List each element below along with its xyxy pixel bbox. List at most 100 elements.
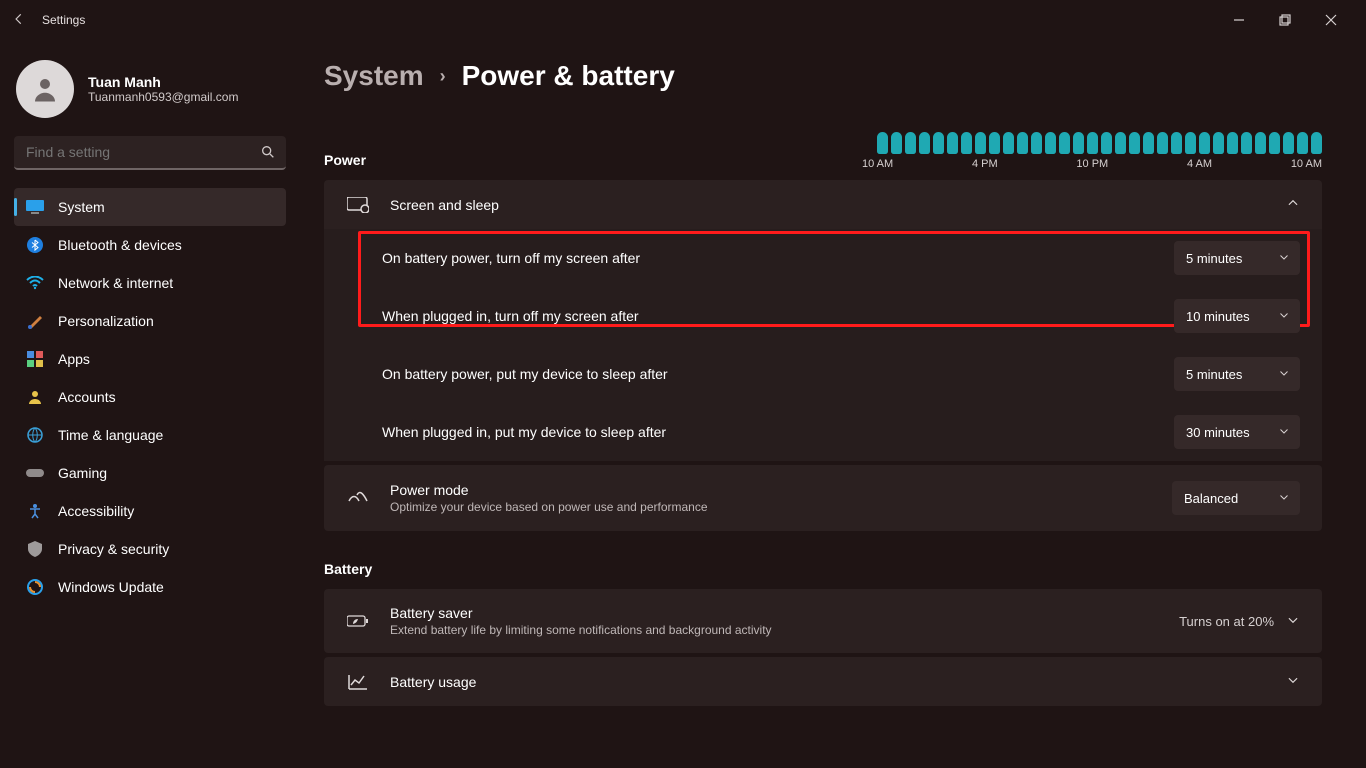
minimize-button[interactable] — [1216, 4, 1262, 36]
battery-sleep-row: On battery power, put my device to sleep… — [324, 345, 1322, 403]
search-input[interactable] — [14, 136, 286, 170]
chevron-down-icon — [1278, 308, 1290, 324]
accessibility-icon — [26, 502, 44, 520]
power-mode-dropdown[interactable]: Balanced — [1172, 481, 1300, 515]
user-email: Tuanmanh0593@gmail.com — [88, 90, 238, 104]
sidebar-item-update[interactable]: Windows Update — [14, 568, 286, 606]
sidebar-item-system[interactable]: System — [14, 188, 286, 226]
sidebar-item-label: Gaming — [58, 465, 107, 481]
chevron-down-icon — [1286, 613, 1300, 630]
sidebar-item-label: Accessibility — [58, 503, 134, 519]
close-button[interactable] — [1308, 4, 1354, 36]
apps-icon — [26, 350, 44, 368]
chevron-down-icon — [1278, 250, 1290, 266]
sidebar-item-time[interactable]: Time & language — [14, 416, 286, 454]
battery-screen-dropdown[interactable]: 5 minutes — [1174, 241, 1300, 275]
screen-sleep-card: Screen and sleep On battery power, turn … — [324, 180, 1322, 461]
titlebar: Settings — [0, 0, 1366, 40]
paintbrush-icon — [26, 312, 44, 330]
power-mode-card: Power mode Optimize your device based on… — [324, 465, 1322, 531]
battery-usage-card: Battery usage — [324, 657, 1322, 706]
sidebar-item-label: Apps — [58, 351, 90, 367]
chevron-down-icon — [1278, 366, 1290, 382]
screen-sleep-header[interactable]: Screen and sleep — [324, 180, 1322, 229]
card-title: Battery usage — [390, 674, 476, 690]
sidebar-item-accessibility[interactable]: Accessibility — [14, 492, 286, 530]
section-battery: Battery — [324, 561, 1322, 577]
user-profile[interactable]: Tuan Manh Tuanmanh0593@gmail.com — [14, 56, 286, 136]
sidebar-item-label: Privacy & security — [58, 541, 169, 557]
chevron-down-icon — [1278, 490, 1290, 506]
search-icon — [260, 144, 276, 163]
battery-usage-row[interactable]: Battery usage — [324, 657, 1322, 706]
main-content: System › Power & battery 10 AM 4 PM 10 P… — [300, 40, 1366, 768]
card-title: Power mode — [390, 482, 708, 498]
dropdown-value: 30 minutes — [1186, 425, 1250, 440]
card-subtitle: Extend battery life by limiting some not… — [390, 623, 772, 637]
chevron-up-icon — [1286, 196, 1300, 213]
setting-label: When plugged in, put my device to sleep … — [382, 424, 666, 440]
battery-level-chart[interactable]: 10 AM 4 PM 10 PM 4 AM 10 AM — [822, 132, 1322, 170]
battery-saver-row[interactable]: Battery saver Extend battery life by lim… — [324, 589, 1322, 653]
dropdown-value: 10 minutes — [1186, 309, 1250, 324]
leaf-battery-icon — [346, 614, 370, 628]
battery-screen-row: On battery power, turn off my screen aft… — [324, 229, 1322, 287]
card-subtitle: Optimize your device based on power use … — [390, 500, 708, 514]
sidebar-item-privacy[interactable]: Privacy & security — [14, 530, 286, 568]
chart-labels: 10 AM 4 PM 10 PM 4 AM 10 AM — [862, 158, 1322, 170]
chevron-down-icon — [1286, 673, 1300, 690]
dropdown-value: 5 minutes — [1186, 367, 1242, 382]
sidebar-item-label: Windows Update — [58, 579, 164, 595]
sidebar-item-label: Network & internet — [58, 275, 173, 291]
maximize-button[interactable] — [1262, 4, 1308, 36]
nav-list: System Bluetooth & devices Network & int… — [14, 188, 286, 606]
sidebar-item-gaming[interactable]: Gaming — [14, 454, 286, 492]
setting-label: On battery power, put my device to sleep… — [382, 366, 668, 382]
sidebar-item-label: Bluetooth & devices — [58, 237, 182, 253]
power-mode-icon — [346, 491, 370, 505]
chevron-down-icon — [1278, 424, 1290, 440]
search-field[interactable] — [26, 144, 252, 160]
plugged-screen-row: When plugged in, turn off my screen afte… — [324, 287, 1322, 345]
person-icon — [26, 388, 44, 406]
sidebar-item-personalization[interactable]: Personalization — [14, 302, 286, 340]
power-mode-row[interactable]: Power mode Optimize your device based on… — [324, 465, 1322, 531]
battery-saver-card: Battery saver Extend battery life by lim… — [324, 589, 1322, 653]
plugged-sleep-dropdown[interactable]: 30 minutes — [1174, 415, 1300, 449]
plugged-screen-dropdown[interactable]: 10 minutes — [1174, 299, 1300, 333]
dropdown-value: Balanced — [1184, 491, 1238, 506]
setting-label: On battery power, turn off my screen aft… — [382, 250, 640, 266]
breadcrumb: System › Power & battery — [324, 60, 1322, 92]
setting-label: When plugged in, turn off my screen afte… — [382, 308, 639, 324]
sidebar-item-label: System — [58, 199, 105, 215]
shield-icon — [26, 540, 44, 558]
chart-icon — [346, 674, 370, 690]
window-title: Settings — [42, 13, 85, 27]
sidebar-item-label: Personalization — [58, 313, 154, 329]
sidebar-item-bluetooth[interactable]: Bluetooth & devices — [14, 226, 286, 264]
wifi-icon — [26, 274, 44, 292]
system-icon — [26, 198, 44, 216]
gamepad-icon — [26, 464, 44, 482]
battery-saver-note: Turns on at 20% — [1179, 614, 1274, 629]
screen-icon — [346, 197, 370, 213]
sidebar-item-label: Accounts — [58, 389, 116, 405]
battery-sleep-dropdown[interactable]: 5 minutes — [1174, 357, 1300, 391]
globe-icon — [26, 426, 44, 444]
sidebar-item-network[interactable]: Network & internet — [14, 264, 286, 302]
sidebar: Tuan Manh Tuanmanh0593@gmail.com System … — [0, 40, 300, 768]
back-button[interactable] — [12, 12, 26, 29]
sidebar-item-accounts[interactable]: Accounts — [14, 378, 286, 416]
sidebar-item-apps[interactable]: Apps — [14, 340, 286, 378]
avatar — [16, 60, 74, 118]
chart-bars — [822, 132, 1322, 154]
card-title: Battery saver — [390, 605, 772, 621]
user-name: Tuan Manh — [88, 74, 238, 90]
dropdown-value: 5 minutes — [1186, 251, 1242, 266]
sidebar-item-label: Time & language — [58, 427, 163, 443]
breadcrumb-parent[interactable]: System — [324, 60, 424, 92]
chevron-right-icon: › — [440, 66, 446, 87]
plugged-sleep-row: When plugged in, put my device to sleep … — [324, 403, 1322, 461]
update-icon — [26, 578, 44, 596]
bluetooth-icon — [26, 236, 44, 254]
